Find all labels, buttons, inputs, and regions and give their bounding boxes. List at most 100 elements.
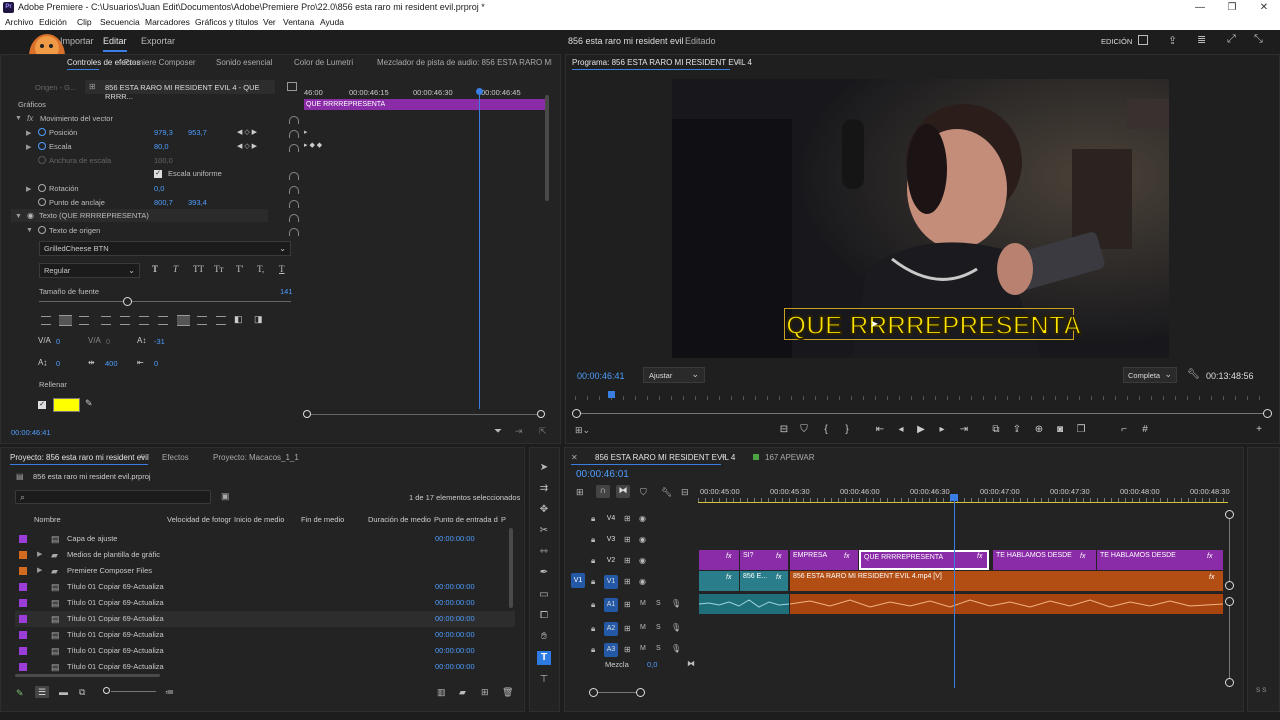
extract-icon[interactable]: ⊕	[1032, 424, 1046, 435]
captions-icon[interactable]: ⊟	[681, 487, 689, 498]
track-target-a2[interactable]: A2	[604, 622, 618, 636]
linked-selection-icon[interactable]: ⧓	[616, 485, 630, 498]
track-target-v2[interactable]: V2	[604, 554, 618, 568]
new-item-icon[interactable]: ⊞	[481, 687, 489, 698]
marker-icon[interactable]: ⛉	[797, 424, 811, 435]
col-media-duration[interactable]: Duración de medio	[368, 515, 431, 524]
tsume-value[interactable]: 400	[105, 357, 118, 371]
step-back-icon[interactable]: ◂	[894, 424, 908, 435]
effects-timecode[interactable]: 00:00:46:41	[11, 428, 51, 437]
timeline-hscroll-left[interactable]	[589, 688, 598, 697]
align-top-icon[interactable]	[177, 315, 190, 326]
item-in-point[interactable]: 00:00:00:00	[435, 579, 475, 595]
keyframes-scale-icon[interactable]: ▸ ◆ ◆	[304, 141, 322, 149]
position-x-value[interactable]: 979,3	[154, 126, 173, 140]
sync-lock-icon[interactable]: ⊞	[624, 645, 631, 654]
list-item[interactable]: ▤ Título 01 Copiar 69-Actualiza 00:00:00:0…	[15, 659, 515, 675]
clip-v1-main[interactable]: 856 ESTA RARO MI RESIDENT EVIL 4.mp4 [V]…	[790, 571, 1223, 591]
icon-view-icon[interactable]: ▬	[59, 687, 68, 697]
solo-button[interactable]: S	[656, 624, 661, 631]
menu-graficos[interactable]: Gráficos y títulos	[195, 15, 258, 30]
audio-clip-a1-a[interactable]	[698, 594, 790, 614]
project-scrollbar[interactable]	[509, 528, 513, 608]
label-color-swatch[interactable]	[19, 631, 27, 639]
expand-folder-icon[interactable]: ▶	[37, 547, 42, 563]
track-select-tool-icon[interactable]: ⇉	[537, 482, 551, 496]
label-color-swatch[interactable]	[19, 551, 27, 559]
position-y-value[interactable]: 953,7	[188, 126, 207, 140]
stopwatch-position-icon[interactable]	[38, 128, 46, 136]
share-icon[interactable]: ⇪	[1168, 34, 1177, 47]
ripple-edit-tool-icon[interactable]: ✥	[537, 503, 551, 517]
audio-clip-a1-main[interactable]	[789, 594, 1224, 614]
justify-center-icon[interactable]	[120, 316, 130, 325]
item-in-point[interactable]: 00:00:00:00	[435, 659, 475, 675]
panel-layout-icon[interactable]	[1138, 35, 1148, 45]
tab-sequence-main[interactable]: 856 ESTA RARO MI RESIDENT EVIL 4	[595, 453, 735, 462]
align-left-icon[interactable]	[41, 316, 51, 325]
label-color-swatch[interactable]	[19, 663, 27, 671]
tab-audio-mixer[interactable]: Mezclador de pista de audio: 856 ESTA RA…	[377, 58, 552, 67]
razor-tool-icon[interactable]: ✂	[537, 524, 551, 538]
project-search-input[interactable]: ⌕	[15, 490, 211, 504]
tab-premiere-composer[interactable]: Premiere Composer	[124, 58, 196, 67]
filter-icon[interactable]: ⏷	[494, 426, 502, 437]
sync-lock-icon[interactable]: ⊞	[624, 514, 631, 523]
fill-checkbox[interactable]: ✓	[38, 401, 46, 409]
clip-v2-0[interactable]: fx	[699, 550, 739, 570]
list-item[interactable]: ▤ Título 01 Copiar 69-Actualiza 00:00:00:0…	[15, 627, 515, 643]
lock-track-icon[interactable]: 🔒︎	[591, 556, 595, 566]
eyedropper-icon[interactable]: ✎	[85, 398, 93, 409]
expand-source-text-icon[interactable]: ▼	[26, 227, 33, 234]
reset-uniform-icon[interactable]	[289, 172, 299, 180]
panel-menu-icon[interactable]: ≡	[140, 452, 145, 461]
trim-icon[interactable]: ⌐	[1117, 424, 1131, 435]
new-bin-from-search-icon[interactable]: ▣	[221, 491, 230, 502]
baseline-value[interactable]: -31	[154, 335, 165, 349]
program-timecode[interactable]: 00:00:46:41	[577, 371, 625, 381]
col-media-start[interactable]: Inicio de medio	[234, 515, 284, 524]
playback-quality-select[interactable]: Completa ⌄	[1123, 367, 1177, 383]
keyframe-nav-position-icon[interactable]: ◀ ◇ ▶	[237, 128, 257, 136]
reset-text-icon[interactable]	[289, 214, 299, 222]
source-monitor-label[interactable]: Origen - G...	[35, 83, 76, 92]
col-p[interactable]: P	[501, 515, 506, 524]
sync-lock-icon[interactable]: ⊞	[624, 535, 631, 544]
toggle-output-eye-icon[interactable]: ◉	[639, 535, 646, 544]
zoom-handle-right[interactable]	[537, 410, 545, 418]
toggle-timeline-icon[interactable]	[287, 82, 297, 91]
item-in-point[interactable]: 00:00:00:00	[435, 595, 475, 611]
justify-left-icon[interactable]	[101, 316, 111, 325]
track-target-a1[interactable]: A1	[604, 598, 618, 612]
timeline-vscroll-audio[interactable]	[1229, 601, 1230, 683]
vscroll-video-top[interactable]	[1225, 510, 1234, 519]
stopwatch-anchor-icon[interactable]	[38, 198, 46, 206]
expand-position-icon[interactable]: ▶	[26, 129, 31, 137]
leading-value[interactable]: 0	[56, 357, 60, 371]
program-scroll-left[interactable]	[572, 409, 581, 418]
reset-anchor-icon[interactable]	[289, 200, 299, 208]
sequence-clip-selector[interactable]: ⊞ 856 ESTA RARO MI RESIDENT EVIL 4 - QUE…	[85, 80, 275, 101]
clip-v2-empresa[interactable]: EMPRESA fx	[790, 550, 858, 570]
go-to-in-icon[interactable]: ⇤	[873, 424, 887, 435]
list-item[interactable]: ▤ Título 01 Copiar 69-Actualiza 00:00:00:0…	[15, 611, 515, 627]
nest-icon[interactable]: ⊞	[576, 487, 584, 498]
keyframe-nav-scale-icon[interactable]: ◀ ◇ ▶	[237, 142, 257, 150]
go-to-out-icon[interactable]: ⇥	[957, 424, 971, 435]
close-sequence-icon[interactable]: ✕	[571, 453, 578, 462]
align-center-icon[interactable]	[59, 315, 72, 326]
fx-icon[interactable]: fx	[27, 114, 33, 123]
toggle-output-eye-icon[interactable]: ◉	[639, 514, 646, 523]
effects-playhead[interactable]	[479, 89, 480, 409]
item-in-point[interactable]: 00:00:00:00	[435, 627, 475, 643]
list-item[interactable]: ▤ Título 01 Copiar 69-Actualiza 00:00:00:0…	[15, 579, 515, 595]
effects-clip-bar[interactable]: QUE RRRREPRESENTA	[304, 99, 546, 110]
program-scrollbar-track[interactable]	[576, 413, 1268, 414]
timeline-hscroll-right[interactable]	[636, 688, 645, 697]
freeform-view-icon[interactable]: ⧉	[79, 687, 85, 698]
kerning-value[interactable]: 0	[56, 335, 60, 349]
align-right-icon[interactable]	[79, 316, 89, 325]
italic-icon[interactable]: T	[173, 264, 178, 274]
panel-menu-icon[interactable]: ≡	[721, 452, 726, 461]
voice-over-icon[interactable]: 🎙︎	[671, 644, 681, 653]
